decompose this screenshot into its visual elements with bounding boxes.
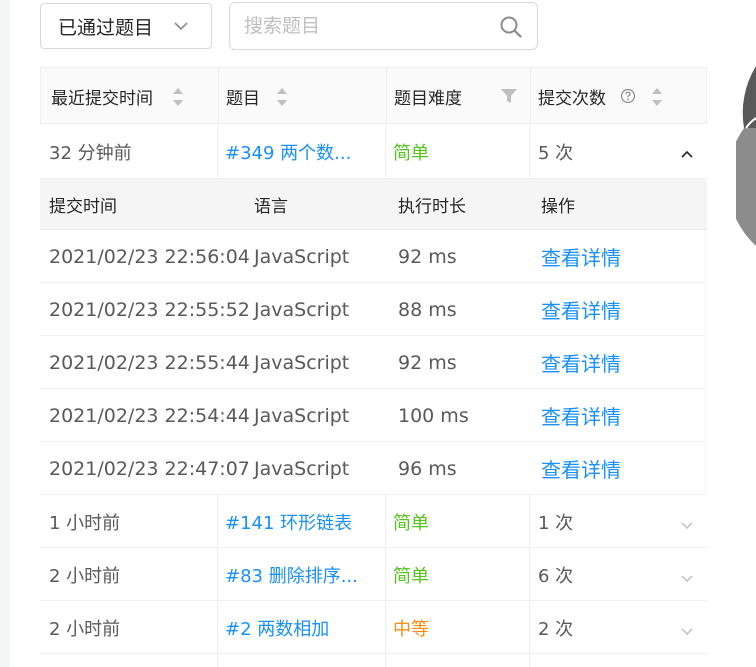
row-time: 2 小时前 — [49, 565, 121, 587]
search-icon[interactable] — [499, 15, 523, 43]
difficulty-label: 简单 — [393, 565, 429, 587]
submission-row: 2021/02/23 22:54:44 JavaScript 100 ms 查看… — [40, 389, 704, 442]
submission-language: JavaScript — [254, 298, 350, 321]
submission-language: JavaScript — [254, 351, 350, 374]
question-circle-icon[interactable] — [620, 88, 636, 108]
view-details-link[interactable]: 查看详情 — [541, 283, 621, 336]
submission-language: JavaScript — [254, 457, 350, 480]
table-row-expanded[interactable]: 32 分钟前 #349 两个数... 简单 5 次 — [40, 124, 707, 179]
submission-row: 2021/02/23 22:56:04 JavaScript 92 ms 查看详… — [40, 230, 704, 283]
row-time: 32 分钟前 — [49, 142, 132, 164]
table-header: 最近提交时间 题目 题目难度 提交次数 — [40, 67, 707, 124]
search-input[interactable] — [242, 14, 486, 38]
chevron-down-icon[interactable] — [681, 515, 693, 534]
submission-detail-header: 提交时间 语言 执行时长 操作 — [40, 179, 707, 230]
submission-language: JavaScript — [254, 404, 350, 427]
table-row[interactable]: 1 小时前 #141 环形链表 简单 1 次 — [40, 495, 707, 548]
view-details-link[interactable]: 查看详情 — [541, 230, 621, 283]
filter-select-value: 已通过题目 — [58, 16, 154, 39]
sort-icon[interactable] — [171, 86, 185, 112]
submission-time: 2021/02/23 22:55:44 — [49, 351, 250, 374]
chevron-up-icon[interactable] — [681, 145, 693, 164]
problem-filter-select[interactable]: 已通过题目 — [40, 3, 212, 49]
submission-count: 5 次 — [538, 142, 574, 164]
problem-link[interactable]: #349 两个数... — [225, 124, 351, 179]
submissions-table: 最近提交时间 题目 题目难度 提交次数 32 分钟前 #349 两个数... 简… — [40, 67, 707, 667]
left-panel-edge — [0, 0, 10, 667]
sub-header-runtime: 执行时长 — [398, 197, 466, 217]
submission-count: 2 次 — [538, 618, 574, 640]
submission-time: 2021/02/23 22:47:07 — [49, 457, 250, 480]
view-details-link[interactable]: 查看详情 — [541, 442, 621, 495]
submission-time: 2021/02/23 22:55:52 — [49, 298, 250, 321]
view-details-link[interactable]: 查看详情 — [541, 389, 621, 442]
sort-icon[interactable] — [275, 86, 289, 112]
sub-header-action: 操作 — [541, 197, 575, 217]
table-row[interactable]: 2 小时前 #2 两数相加 中等 2 次 — [40, 601, 707, 654]
column-header-time[interactable]: 最近提交时间 — [51, 68, 153, 124]
submission-language: JavaScript — [254, 245, 350, 268]
problem-link[interactable]: #141 环形链表 — [225, 495, 352, 548]
progress-donut-chart — [736, 66, 756, 246]
submission-detail-panel: 提交时间 语言 执行时长 操作 2021/02/23 22:56:04 Java… — [40, 179, 707, 495]
submission-runtime: 92 ms — [398, 351, 457, 374]
submission-count: 6 次 — [538, 565, 574, 587]
chevron-down-icon[interactable] — [681, 568, 693, 587]
submission-row: 2021/02/23 22:55:52 JavaScript 88 ms 查看详… — [40, 283, 704, 336]
sub-header-time: 提交时间 — [49, 197, 117, 217]
sub-header-language: 语言 — [254, 197, 288, 217]
submission-row: 2021/02/23 22:55:44 JavaScript 92 ms 查看详… — [40, 336, 704, 389]
row-time: 1 小时前 — [49, 512, 121, 534]
table-row[interactable] — [40, 654, 707, 667]
sort-icon[interactable] — [650, 86, 664, 112]
submission-row: 2021/02/23 22:47:07 JavaScript 96 ms 查看详… — [40, 442, 704, 495]
submission-count: 1 次 — [538, 512, 574, 534]
table-row[interactable]: 2 小时前 #83 删除排序... 简单 6 次 — [40, 548, 707, 601]
column-header-difficulty[interactable]: 题目难度 — [394, 68, 462, 124]
difficulty-label: 简单 — [393, 512, 429, 534]
search-field[interactable] — [229, 2, 538, 50]
problem-link[interactable]: #2 两数相加 — [225, 601, 329, 654]
problem-link[interactable]: #83 删除排序... — [225, 548, 358, 601]
submission-time: 2021/02/23 22:56:04 — [49, 245, 250, 268]
difficulty-label: 简单 — [393, 142, 429, 164]
view-details-link[interactable]: 查看详情 — [541, 336, 621, 389]
submission-runtime: 100 ms — [398, 404, 469, 427]
chevron-down-icon[interactable] — [681, 621, 693, 640]
submission-time: 2021/02/23 22:54:44 — [49, 404, 250, 427]
submission-runtime: 96 ms — [398, 457, 457, 480]
row-time: 2 小时前 — [49, 618, 121, 640]
donut-segment-light — [736, 128, 756, 246]
column-header-count[interactable]: 提交次数 — [538, 68, 606, 124]
chevron-down-icon — [173, 17, 189, 39]
difficulty-label: 中等 — [393, 618, 429, 640]
column-header-problem[interactable]: 题目 — [226, 68, 260, 124]
filter-icon[interactable] — [500, 88, 518, 108]
submission-runtime: 88 ms — [398, 298, 457, 321]
submission-runtime: 92 ms — [398, 245, 457, 268]
